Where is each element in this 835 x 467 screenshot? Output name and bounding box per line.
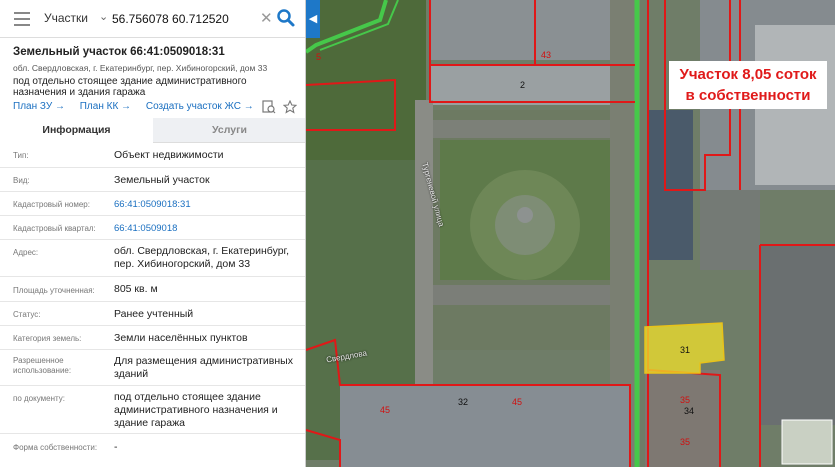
collapse-panel-button[interactable]: ◀ [306,0,320,38]
annotation-line: в собственности [685,87,811,104]
property-label: Статус: [13,310,41,319]
property-label: Кадастровый номер: [13,200,90,209]
property-row: Категория земель: Земли населённых пункт… [0,326,305,350]
property-row: Вид: Земельный участок [0,168,305,192]
property-label: Категория земель: [13,334,82,343]
property-row: Тип: Объект недвижимости [0,143,305,168]
plan-zu-link[interactable]: План ЗУ → [13,101,65,112]
parcel-label: 34 [684,406,695,416]
property-label: Вид: [13,176,30,185]
parcel-label: 45 [512,397,523,407]
chevron-left-icon: ◀ [308,13,318,25]
search-icon [277,9,295,27]
menu-icon[interactable] [14,12,30,26]
property-row: Кадастровый квартал: 66:41:0509018 [0,216,305,240]
plan-kk-link[interactable]: План КК → [80,101,131,112]
property-value: под отдельно стоящее здание администрати… [114,391,278,429]
property-row: Адрес: обл. Свердловская, г. Екатеринбур… [0,240,305,277]
parcel-label: 43 [541,50,552,60]
parcel-label: 32 [458,397,469,407]
property-row: Статус: Ранее учтенный [0,302,305,326]
property-value: обл. Свердловская, г. Екатеринбург, пер.… [114,245,290,270]
property-label: Площадь уточненная: [13,286,95,295]
parcel-label: 35 [680,395,691,405]
action-links: План ЗУ → План КК → Создать участок ЖС → [13,101,266,112]
chevron-down-icon[interactable]: ⌄ [99,10,108,23]
object-title: Земельный участок 66:41:0509018:31 [13,46,225,58]
property-value: Объект недвижимости [114,149,224,161]
property-row: Площадь уточненная: 805 кв. м [0,277,305,302]
tab-bar: Информация Услуги [0,118,305,143]
object-address: обл. Свердловская, г. Екатеринбург, пер.… [13,63,268,73]
object-description: под отдельно стоящее здание администрати… [13,76,247,98]
cadastral-quarter-link[interactable]: 66:41:0509018 [114,222,294,235]
parcel-label: 35 [680,437,691,447]
property-label: по документу: [13,394,65,403]
property-row: Форма собственности: - [0,434,305,464]
property-value: Ранее учтенный [114,308,194,320]
property-value: Земельный участок [114,174,210,186]
property-row: Разрешенное использование: Для размещени… [0,350,305,386]
property-row: по документу: под отдельно стоящее здани… [0,386,305,434]
cadastral-number-link[interactable]: 66:41:0509018:31 [114,198,294,211]
parcel-label: 5 [316,52,322,62]
property-value: 805 кв. м [114,283,158,295]
parcel-label: 45 [380,405,391,415]
property-value: Земли населённых пунктов [114,332,248,344]
search-type-select[interactable]: Участки [44,11,88,25]
annotation-line: Участок 8,05 соток [679,66,817,83]
parcel-label: 2 [520,80,526,90]
property-label: Кадастровый квартал: [13,224,96,233]
property-value: - [114,441,118,453]
property-label: Разрешенное использование: [13,356,72,375]
property-row: Кадастровый номер: 66:41:0509018:31 [0,192,305,216]
create-parcel-link[interactable]: Создать участок ЖС → [146,101,254,112]
search-button[interactable] [276,8,296,28]
clear-icon[interactable]: ✕ [260,9,273,27]
document-search-icon[interactable] [262,100,276,114]
parcel-label: 31 [680,345,691,355]
info-panel: Участки ⌄ ✕ Земельный участок 66:41:0509… [0,0,306,467]
tab-information[interactable]: Информация [0,118,153,143]
property-label: Форма собственности: [13,443,98,452]
property-label: Тип: [13,151,29,160]
parcel-annotation: Участок 8,05 соток в собственности [669,61,827,109]
property-value: Для размещения административных зданий [114,355,293,380]
property-label: Адрес: [13,248,39,257]
tab-services[interactable]: Услуги [153,118,305,143]
search-input[interactable] [112,8,257,30]
star-icon[interactable] [283,100,297,114]
search-bar: Участки ⌄ ✕ [0,0,305,38]
